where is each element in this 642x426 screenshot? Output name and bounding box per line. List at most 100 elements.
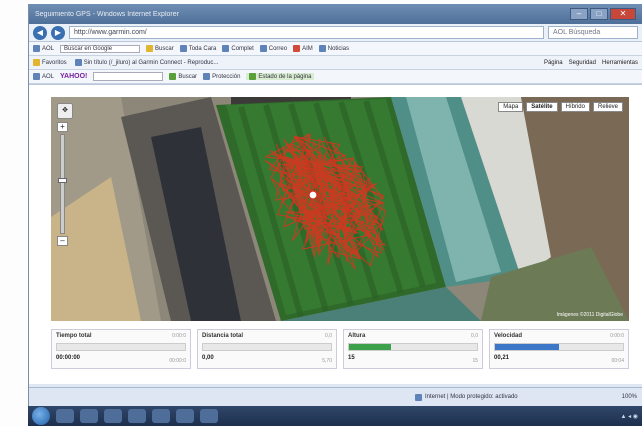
taskbar-item-explorer[interactable] bbox=[56, 409, 74, 423]
maximize-button[interactable]: □ bbox=[590, 8, 608, 20]
stat-label: Distancia total bbox=[202, 333, 244, 339]
taskbar-item-app2[interactable] bbox=[176, 409, 194, 423]
toolbar-item-aim[interactable]: AIM bbox=[293, 45, 313, 52]
toolbar-search-input[interactable]: Buscar en Google bbox=[60, 44, 141, 53]
stats-panel: Tiempo total 0:00:0 00:00:00 00:00:0 Dis… bbox=[51, 329, 629, 369]
stat-bar bbox=[494, 343, 624, 351]
taskbar-item-app[interactable] bbox=[152, 409, 170, 423]
status-zone: Internet | Modo protegido: activado bbox=[415, 393, 518, 401]
toolbar-item-correo[interactable]: Correo bbox=[259, 45, 288, 52]
stat-distancia: Distancia total 0,0 0,00 5,70 bbox=[197, 329, 337, 369]
page-tab[interactable]: Sin título (/_jiluro) al Garmin Connect … bbox=[74, 59, 219, 66]
stat-bar bbox=[56, 343, 186, 351]
page-status-label: Estado de la página bbox=[258, 73, 312, 80]
map-type-selector: Mapa Satélite Híbrido Relieve bbox=[498, 102, 623, 112]
grid-icon bbox=[222, 45, 230, 52]
zoom-slider[interactable] bbox=[58, 134, 67, 234]
toolbar-item-label: Noticias bbox=[327, 45, 350, 52]
aol-menu[interactable]: AOL bbox=[33, 73, 54, 80]
menu-pagina[interactable]: Página bbox=[544, 60, 563, 66]
protection-button[interactable]: Protección bbox=[203, 73, 240, 80]
toolbar: AOL Buscar en Google Buscar Toda Cara Co… bbox=[29, 42, 642, 56]
map-image bbox=[51, 97, 629, 321]
position-marker[interactable] bbox=[308, 190, 318, 200]
taskbar-item-folder[interactable] bbox=[128, 409, 146, 423]
stat-tiempo: Tiempo total 0:00:0 00:00:00 00:00:0 bbox=[51, 329, 191, 369]
satellite-map[interactable]: ✥ + – Mapa Satélite Híbrido Relieve Imág… bbox=[51, 97, 629, 321]
toolbar-item-toda[interactable]: Toda Cara bbox=[179, 45, 217, 52]
page-content: ✥ + – Mapa Satélite Híbrido Relieve Imág… bbox=[29, 84, 642, 384]
favorites-label: Favoritos bbox=[42, 59, 67, 66]
stat-value: 15 bbox=[348, 355, 355, 361]
page-tab-label: Sin título (/_jiluro) al Garmin Connect … bbox=[83, 59, 219, 66]
zoom-level[interactable]: 100% bbox=[622, 394, 637, 400]
taskbar-item-ie[interactable] bbox=[80, 409, 98, 423]
toolbar-item-label: Correo bbox=[268, 45, 288, 52]
zoom-out-button[interactable]: – bbox=[57, 236, 68, 246]
stat-altura: Altura 0,0 15 15 bbox=[343, 329, 483, 369]
stat-value: 00,21 bbox=[494, 355, 510, 361]
taskbar-item-media[interactable] bbox=[104, 409, 122, 423]
toolbar-item-label: Toda Cara bbox=[188, 45, 217, 52]
stat-max: 0,0 bbox=[325, 333, 332, 339]
stat-label: Tiempo total bbox=[56, 333, 92, 339]
map-type-hibrido[interactable]: Híbrido bbox=[560, 102, 590, 112]
toolbar-item-label: Buscar bbox=[155, 45, 174, 52]
stat-label: Altura bbox=[348, 333, 366, 339]
toolbar-item-noticias[interactable]: Noticias bbox=[318, 45, 350, 52]
system-tray: ▲ ◂ ◉ bbox=[620, 413, 638, 420]
map-type-mapa[interactable]: Mapa bbox=[498, 102, 524, 112]
close-button[interactable]: ✕ bbox=[610, 8, 636, 20]
minimize-button[interactable]: – bbox=[570, 8, 588, 20]
search-icon bbox=[146, 45, 154, 52]
aim-icon bbox=[293, 45, 301, 52]
globe-icon bbox=[415, 393, 422, 401]
search-icon bbox=[169, 73, 177, 80]
toolbar-item-complet[interactable]: Complet bbox=[222, 45, 254, 52]
zoom-slider-thumb[interactable] bbox=[58, 177, 67, 183]
stat-max: 0,0 bbox=[471, 333, 478, 339]
menu-herramientas[interactable]: Herramientas bbox=[602, 60, 638, 66]
toolbar-item-label: Complet bbox=[231, 45, 254, 52]
stat-label: Velocidad bbox=[494, 333, 523, 339]
shield-icon bbox=[203, 73, 211, 80]
toolbar-item-buscar[interactable]: Buscar bbox=[146, 45, 174, 52]
zoom-in-button[interactable]: + bbox=[57, 122, 68, 132]
favorites-bar: Favoritos Sin título (/_jiluro) al Garmi… bbox=[29, 56, 642, 70]
back-button[interactable]: ◀ bbox=[33, 25, 47, 40]
aol-icon bbox=[33, 73, 40, 80]
menu-seguridad[interactable]: Seguridad bbox=[569, 60, 596, 66]
search-input[interactable]: AOL Búsqueda bbox=[548, 26, 638, 39]
stat-value-secondary: 00:00:0 bbox=[169, 358, 186, 364]
stat-bar bbox=[348, 343, 478, 351]
left-margin bbox=[0, 0, 28, 426]
taskbar-item-app3[interactable] bbox=[200, 409, 218, 423]
pan-control[interactable]: ✥ bbox=[57, 103, 73, 119]
stat-value: 0,00 bbox=[202, 355, 214, 361]
yahoo-search-input[interactable] bbox=[93, 72, 164, 81]
taskbar: ▲ ◂ ◉ bbox=[28, 406, 642, 426]
stat-value: 00:00:00 bbox=[56, 355, 81, 361]
zoom-control: ✥ + – bbox=[57, 103, 73, 248]
window-title: Seguimiento GPS - Windows Internet Explo… bbox=[35, 10, 179, 18]
status-text: Internet | Modo protegido: activado bbox=[425, 394, 518, 400]
yahoo-search-button[interactable]: Buscar bbox=[169, 73, 197, 80]
star-icon bbox=[33, 59, 40, 66]
start-button[interactable] bbox=[32, 407, 50, 425]
aol-icon bbox=[33, 45, 40, 52]
stat-bar-fill bbox=[495, 344, 559, 350]
news-icon bbox=[318, 45, 326, 52]
url-input[interactable]: http://www.garmin.com/ bbox=[69, 26, 544, 39]
title-bar: Seguimiento GPS - Windows Internet Explo… bbox=[29, 4, 642, 24]
favorites-button[interactable]: Favoritos bbox=[33, 59, 67, 66]
stat-bar bbox=[202, 343, 332, 351]
stat-value-secondary: 5,70 bbox=[322, 358, 332, 364]
yahoo-search-label: Buscar bbox=[178, 73, 198, 80]
forward-button[interactable]: ▶ bbox=[51, 25, 65, 40]
stat-bar-fill bbox=[349, 344, 392, 350]
stat-value-secondary: 00:04 bbox=[611, 358, 624, 364]
map-type-satelite[interactable]: Satélite bbox=[526, 102, 558, 112]
page-status-button[interactable]: Estado de la página bbox=[246, 73, 315, 80]
browser-window: Seguimiento GPS - Windows Internet Explo… bbox=[28, 4, 642, 406]
map-type-relieve[interactable]: Relieve bbox=[592, 102, 623, 112]
